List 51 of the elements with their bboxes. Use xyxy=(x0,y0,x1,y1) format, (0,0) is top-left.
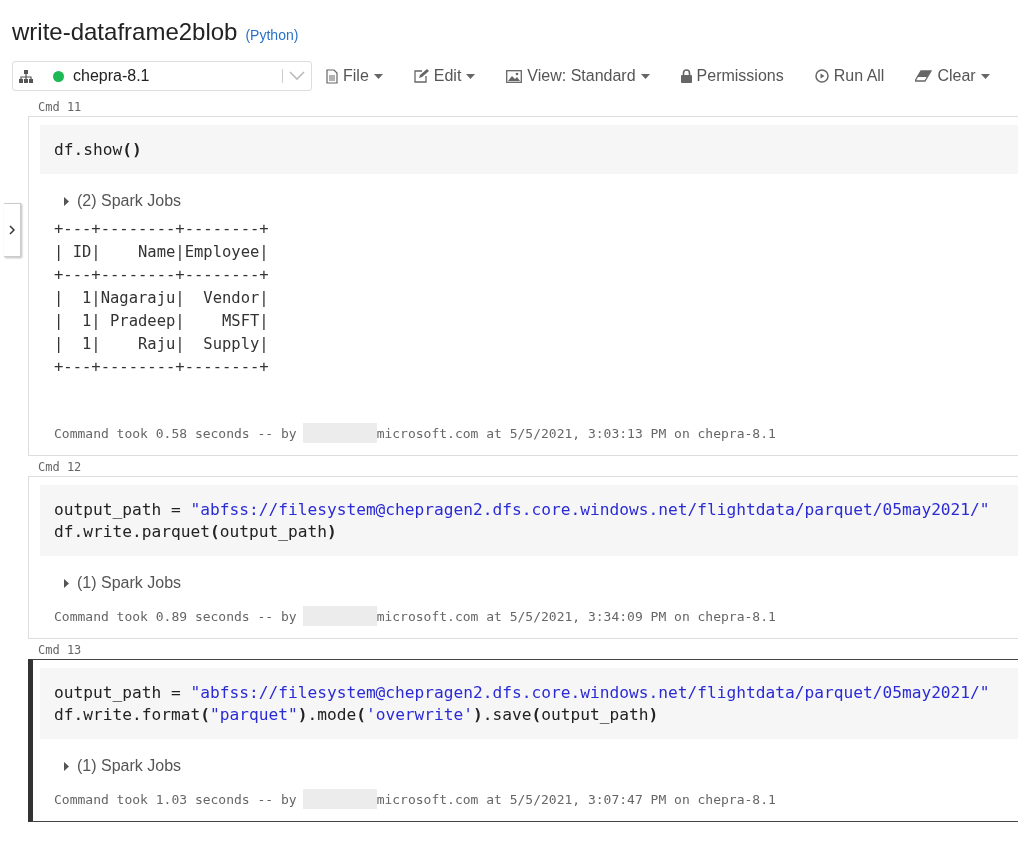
code-line: output_path = "abfss://filesystem@chepragen2.dfs.core.windows.net/flightdata/parquet/05may2021/" xyxy=(54,499,991,521)
command-label: Cmd 13 xyxy=(37,642,83,659)
language-label: (Python) xyxy=(245,27,299,43)
toolbar-menu-button[interactable]: Run All xyxy=(814,67,885,85)
eraser-icon xyxy=(915,70,933,82)
code-line: output_path = "abfss://filesystem@chepragen2.dfs.core.windows.net/flightdata/parquet/05may2021/" xyxy=(54,682,991,704)
command-user-info: microsoft.com at 5/5/2021, 3:34:09 PM on chepra-8.1 xyxy=(376,608,776,624)
code-line: df.write.parquet(output_path) xyxy=(54,521,338,543)
output-line: | ID| Name|Employee| xyxy=(54,242,270,263)
output-line: | 1| Raju| Supply| xyxy=(54,334,270,355)
code-editor[interactable]: output_path = "abfss://filesystem@chepragen2.dfs.core.windows.net/flightdata/parquet/05may2021/" df.write.parquet(output_path) xyxy=(40,485,1018,556)
command-user-info: microsoft.com at 5/5/2021, 3:03:13 PM on chepra-8.1 xyxy=(376,425,776,441)
caret-right-icon xyxy=(64,761,69,771)
command-timing: Command took 0.58 seconds -- by xyxy=(54,425,297,441)
output-line: +---+--------+--------+ xyxy=(54,357,270,378)
toolbar-menu-button[interactable]: Permissions xyxy=(680,67,784,85)
code-line: df.show() xyxy=(54,139,143,161)
code-line: df.write.format("parquet").mode('overwrite').save(output_path) xyxy=(54,704,660,726)
notebook-cell[interactable] xyxy=(28,659,1018,822)
chevron-down-icon xyxy=(289,71,305,81)
spark-jobs-toggle[interactable]: (1) Spark Jobs xyxy=(64,574,182,592)
toolbar-menu-button[interactable]: Edit xyxy=(413,67,476,85)
caret-right-icon xyxy=(64,578,69,588)
pencil-square-icon xyxy=(413,69,429,83)
caret-right-icon xyxy=(64,196,69,206)
toolbar-menu-button[interactable]: Clear xyxy=(915,67,990,85)
code-editor[interactable]: output_path = "abfss://filesystem@chepragen2.dfs.core.windows.net/flightdata/parquet/05may2021/" df.write.format("parquet").mode('overwrite').save(output_path) xyxy=(40,668,1018,739)
toolbar-menu-button[interactable]: View: Standard xyxy=(506,67,650,85)
command-user-info: microsoft.com at 5/5/2021, 3:07:47 PM on chepra-8.1 xyxy=(376,791,776,807)
spark-jobs-toggle[interactable]: (1) Spark Jobs xyxy=(64,757,182,775)
command-timing: Command took 1.03 seconds -- by xyxy=(54,791,297,807)
command-label: Cmd 12 xyxy=(37,459,83,476)
lock-icon xyxy=(680,69,692,83)
sidebar-toggle-button[interactable] xyxy=(4,203,21,257)
hierarchy-icon xyxy=(19,69,33,83)
chevron-right-icon xyxy=(9,225,15,235)
spark-jobs-toggle[interactable]: (2) Spark Jobs xyxy=(64,192,182,210)
notebook-title: write-dataframe2blob xyxy=(12,18,238,46)
image-icon xyxy=(506,69,523,83)
document-icon xyxy=(326,68,338,84)
code-editor[interactable]: df.show() xyxy=(40,125,1018,174)
play-circle-icon xyxy=(814,69,829,83)
output-line: +---+--------+--------+ xyxy=(54,265,270,286)
command-timing: Command took 0.89 seconds -- by xyxy=(54,608,297,624)
toolbar-menu-button[interactable]: File xyxy=(326,67,383,85)
cluster-selector[interactable]: chepra-8.1 xyxy=(12,61,312,91)
output-line: | 1| Pradeep| MSFT| xyxy=(54,311,270,332)
command-label: Cmd 11 xyxy=(37,99,83,116)
cluster-name: chepra-8.1 xyxy=(73,67,151,85)
output-line: | 1|Nagaraju| Vendor| xyxy=(54,288,270,309)
output-line: +---+--------+--------+ xyxy=(54,219,270,240)
